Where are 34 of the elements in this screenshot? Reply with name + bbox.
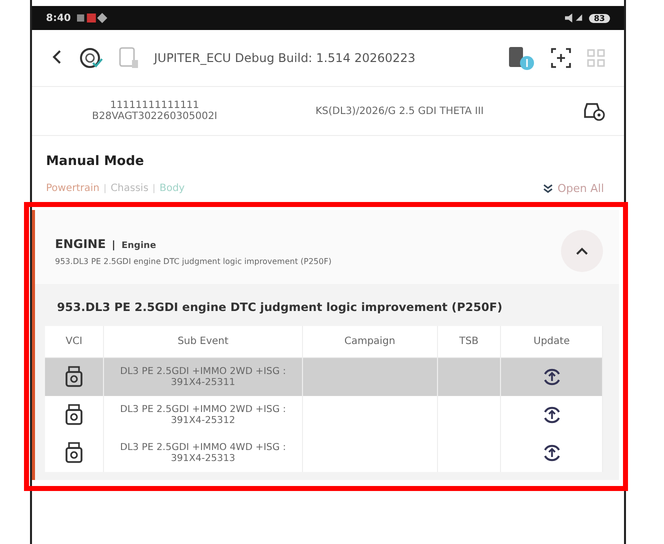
signal-icons — [564, 13, 583, 23]
vehicle-model: KS(DL3)/2026/G 2.5 GDI THETA III — [315, 106, 484, 116]
group-summary: 953.DL3 PE 2.5GDI engine DTC judgment logic improvement (P250F) — [55, 256, 332, 266]
tab-separator: | — [104, 184, 107, 194]
vci-device-icon — [65, 404, 83, 426]
table-cell: DL3 PE 2.5GDI +IMMO 2WD +ISG : 391X4-25311 — [104, 358, 302, 396]
vci-device-icon — [65, 366, 83, 388]
scan-icon[interactable] — [550, 47, 572, 69]
device-badge-icon[interactable] — [506, 44, 536, 72]
double-chevron-icon — [543, 184, 554, 194]
battery-level: 83 — [588, 14, 610, 22]
table-row[interactable]: DL3 PE 2.5GDI +IMMO 4WD +ISG : 391X4-25313 — [45, 434, 602, 472]
table-cell: DL3 PE 2.5GDI +IMMO 2WD +ISG : 391X4-25312 — [104, 396, 302, 434]
window-title: JUPITER_ECU Debug Build: 1.514 20260223 — [154, 51, 416, 65]
detail-title: 953.DL3 PE 2.5GDI engine DTC judgment logic improvement (P250F) — [56, 299, 504, 316]
group-separator: | — [112, 240, 116, 250]
status-time: 8:40 — [46, 12, 71, 24]
section-title: Manual Mode — [45, 153, 145, 171]
tab-separator: | — [152, 184, 156, 194]
globe-check-icon[interactable] — [78, 45, 104, 71]
table-cell: DL3 PE 2.5GDI +IMMO 4WD +ISG : 391X4-25313 — [104, 434, 302, 472]
group-subname: Engine — [121, 240, 156, 250]
vci-device-icon — [65, 442, 83, 464]
open-all-button[interactable]: Open All — [537, 181, 610, 196]
vin-digits: 11111111111111 — [110, 100, 200, 111]
group-name: ENGINE — [55, 236, 106, 250]
chevron-icon — [575, 246, 589, 256]
table-row[interactable]: DL3 PE 2.5GDI +IMMO 2WD +ISG : 391X4-25311 — [45, 358, 602, 396]
table-row[interactable]: DL3 PE 2.5GDI +IMMO 2WD +ISG : 391X4-25312 — [45, 396, 602, 434]
category-tab[interactable]: Powertrain — [46, 183, 100, 194]
category-tab[interactable]: Body — [159, 183, 185, 194]
vin-number: B28VAGT302260305002I — [92, 111, 218, 122]
category-tab[interactable]: Chassis — [110, 183, 148, 194]
car-settings-icon[interactable] — [582, 100, 606, 122]
